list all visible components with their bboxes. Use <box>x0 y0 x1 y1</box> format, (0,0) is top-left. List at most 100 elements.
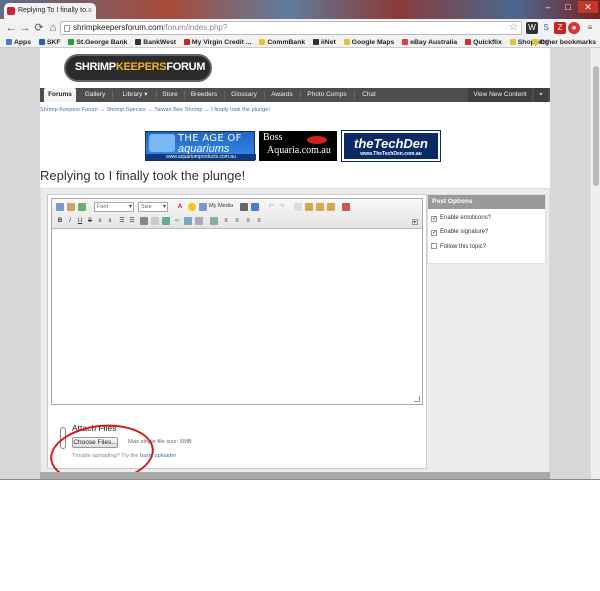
nav-gallery[interactable]: Gallery <box>80 88 110 102</box>
align-left-icon[interactable]: ≡ <box>222 217 230 225</box>
paste-icon[interactable] <box>316 203 324 211</box>
close-tab-icon[interactable]: × <box>88 3 92 19</box>
nav-breeders[interactable]: Breeders <box>186 88 222 102</box>
bookmark-item[interactable]: Quickflix <box>465 37 502 47</box>
nav-forums[interactable]: Forums <box>44 88 76 102</box>
align-center-icon[interactable]: ≡ <box>233 217 241 225</box>
editor-text-area[interactable] <box>52 230 422 404</box>
bookmark-item[interactable]: St.George Bank <box>68 37 127 47</box>
italic-icon[interactable]: I <box>66 217 74 225</box>
browser-tab[interactable]: Replying To I finally to... × <box>4 3 96 19</box>
my-media-label[interactable]: My Media <box>209 203 233 209</box>
remove-format-icon[interactable] <box>342 203 350 211</box>
ad-the-tech-den[interactable]: theTechDen www.TheTechDen.com.au <box>341 130 441 162</box>
nav-awards[interactable]: Awards <box>266 88 298 102</box>
undo-icon[interactable]: ↶ <box>267 203 275 211</box>
redo-icon[interactable]: ↷ <box>278 203 286 211</box>
back-icon[interactable]: ← <box>4 21 18 35</box>
nav-divider <box>184 91 185 99</box>
page-scrollbar[interactable] <box>590 48 600 479</box>
bookmark-item[interactable]: Apps <box>6 37 31 47</box>
checkbox-checked-icon[interactable]: ✓ <box>431 216 437 222</box>
nav-store[interactable]: Store <box>158 88 182 102</box>
my-media-icon[interactable] <box>199 203 207 211</box>
underline-icon[interactable]: U <box>76 217 84 225</box>
bookmark-star-icon[interactable]: ☆ <box>509 22 518 34</box>
editor-panel: Font Size A My Media ↶ ↷ <box>47 194 427 479</box>
code-icon[interactable]: ‹› <box>173 217 181 225</box>
source-icon[interactable] <box>56 203 64 211</box>
align-right-icon[interactable]: ≡ <box>244 217 252 225</box>
text-color-icon[interactable]: A <box>176 203 184 211</box>
numbered-list-icon[interactable]: ☰ <box>128 217 136 225</box>
size-select[interactable]: Size <box>138 202 168 212</box>
view-new-content-button[interactable]: View New Content <box>468 88 532 102</box>
site-navbar: Forums Gallery Library ▾ Store Breeders … <box>40 88 550 102</box>
bold-icon[interactable]: B <box>56 217 64 225</box>
scrollbar-thumb[interactable] <box>593 66 599 186</box>
eraser-icon[interactable] <box>67 203 75 211</box>
tab-title: Replying To I finally to... <box>18 7 92 14</box>
cut-icon[interactable] <box>294 203 302 211</box>
bookmark-item[interactable]: eBay Australia <box>402 37 457 47</box>
forward-icon[interactable]: → <box>18 21 32 35</box>
bullet-list-icon[interactable]: ☰ <box>118 217 126 225</box>
address-bar[interactable]: shrimpkeepersforum.com/forum/index.php? … <box>60 21 522 35</box>
reload-icon[interactable]: ⟳ <box>32 21 46 35</box>
checkbox-unchecked-icon[interactable] <box>431 243 437 249</box>
option-enable-signature[interactable]: ✓ Enable signature? <box>431 229 488 236</box>
image-icon[interactable] <box>162 217 170 225</box>
quote-icon[interactable] <box>140 217 148 225</box>
bookmark-item[interactable]: iiNet <box>313 37 336 47</box>
unlink-icon[interactable] <box>195 217 203 225</box>
print-icon[interactable] <box>240 203 248 211</box>
font-select[interactable]: Font <box>94 202 134 212</box>
spoiler-icon[interactable] <box>151 217 159 225</box>
site-logo[interactable]: SHRIMPKEEPERSFORUM <box>64 54 212 82</box>
nav-photo-comps[interactable]: Photo Comps <box>302 88 352 102</box>
menu-icon[interactable]: ≡ <box>584 22 596 34</box>
collapse-toolbar-icon[interactable]: ▸ <box>412 219 418 225</box>
breadcrumb[interactable]: Shrimp Keepers Forum → Shrimp Species → … <box>40 107 270 113</box>
checkbox-checked-icon[interactable]: ✓ <box>431 230 437 236</box>
extension-abp-icon[interactable]: ● <box>568 22 580 34</box>
indent-icon[interactable] <box>210 217 218 225</box>
other-bookmarks[interactable]: Other bookmarks <box>531 37 596 47</box>
copy-icon[interactable] <box>305 203 313 211</box>
post-options-title: Post Options <box>428 195 545 209</box>
logo-text: SHRIMPKEEPERSFORUM <box>66 61 214 73</box>
strikethrough-icon[interactable]: S <box>86 217 94 225</box>
nav-glossary[interactable]: Glossary <box>226 88 262 102</box>
bookmark-item[interactable]: CommBank <box>259 37 305 47</box>
option-enable-emoticons[interactable]: ✓ Enable emoticons? <box>431 215 491 222</box>
spellcheck-icon[interactable] <box>251 203 259 211</box>
rich-text-editor: Font Size A My Media ↶ ↷ <box>51 198 423 405</box>
extension-w-icon[interactable]: W <box>526 22 538 34</box>
emoticon-icon[interactable] <box>188 203 196 211</box>
home-icon[interactable]: ⌂ <box>46 21 60 35</box>
subscript-icon[interactable]: x <box>96 217 104 225</box>
paste-text-icon[interactable] <box>327 203 335 211</box>
bookmark-item[interactable]: Google Maps <box>343 37 394 47</box>
ad-age-of-aquariums[interactable]: THE AGE OF aquariums www.aquariumproduct… <box>145 131 256 161</box>
justify-icon[interactable]: ≡ <box>255 217 263 225</box>
superscript-icon[interactable]: x <box>106 217 114 225</box>
option-follow-topic[interactable]: Follow this topic? <box>431 243 486 250</box>
close-window-icon[interactable]: ✕ <box>578 1 598 13</box>
nav-library[interactable]: Library ▾ <box>115 88 155 102</box>
ad-boss-aquaria[interactable]: Boss Aquaria.com.au <box>259 131 337 161</box>
maximize-editor-icon[interactable] <box>78 203 86 211</box>
nav-chat[interactable]: Chat <box>356 88 382 102</box>
link-icon[interactable] <box>184 217 192 225</box>
maximize-icon[interactable]: □ <box>558 1 578 13</box>
bookmark-item[interactable]: My Virgin Credit ... <box>183 37 251 47</box>
bookmark-item[interactable]: SKF <box>38 37 61 47</box>
bookmark-label: iiNet <box>321 39 336 46</box>
minimize-icon[interactable]: – <box>538 1 558 13</box>
extension-zpg-icon[interactable]: Z <box>554 22 566 34</box>
nav-divider <box>224 91 225 99</box>
editor-resize-handle[interactable] <box>414 396 420 402</box>
bookmark-item[interactable]: BankWest <box>135 37 176 47</box>
location-pin-icon[interactable]: ⌖ <box>534 88 548 102</box>
extension-s-icon[interactable]: S <box>540 22 552 34</box>
